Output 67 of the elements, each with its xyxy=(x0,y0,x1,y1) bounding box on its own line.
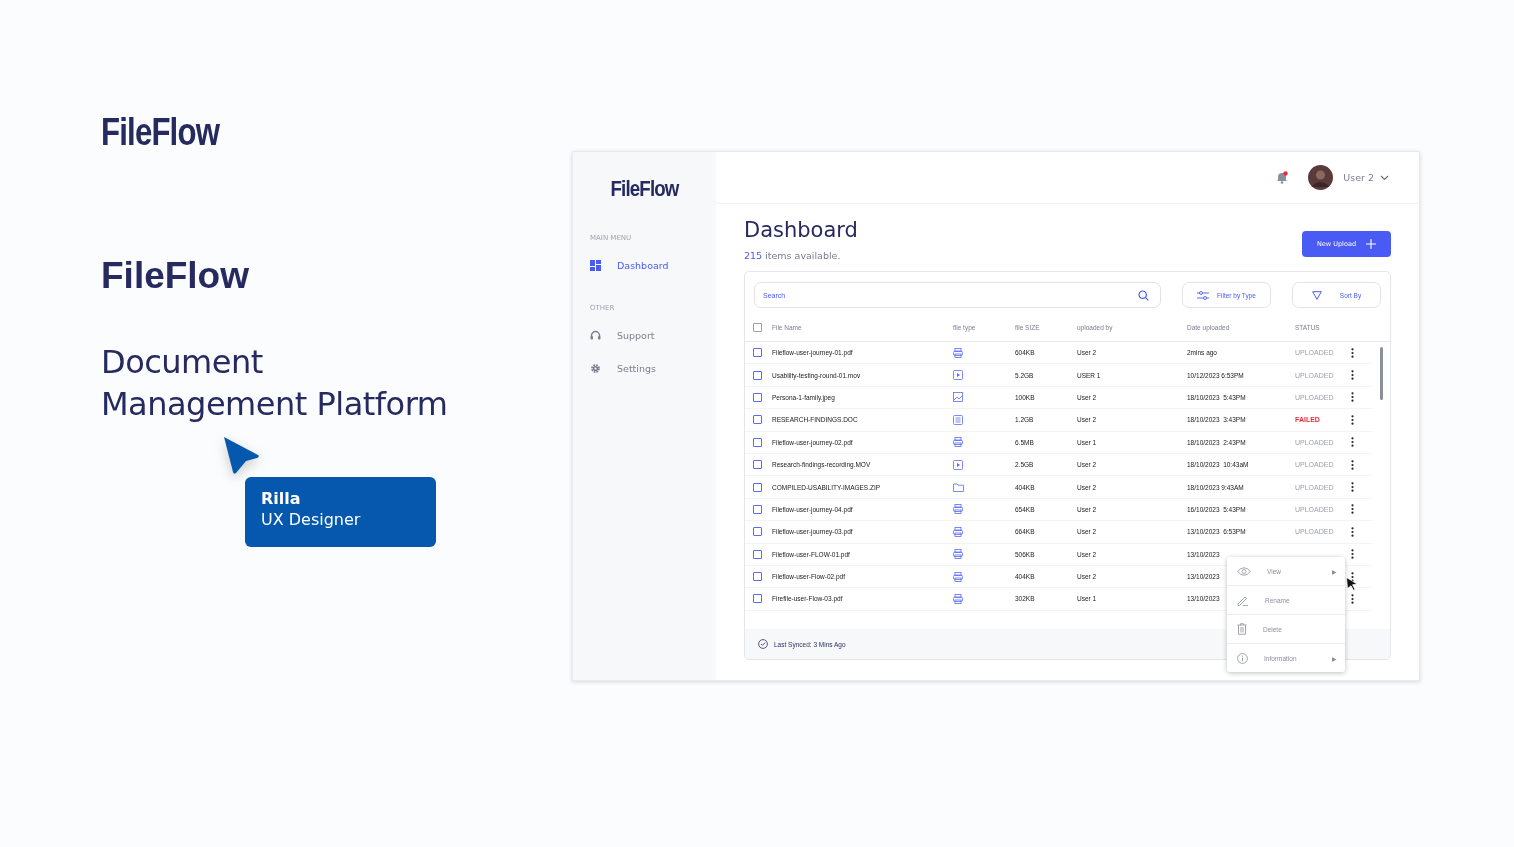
row-checkbox[interactable] xyxy=(753,392,762,402)
pdf-file-icon xyxy=(953,594,963,604)
sidebar-item[interactable]: Settings xyxy=(590,359,716,377)
pdf-file-icon xyxy=(953,526,963,537)
more-options-icon[interactable] xyxy=(1351,504,1354,515)
row-checkbox[interactable] xyxy=(753,549,762,559)
product-name: FileFlow xyxy=(101,254,250,298)
settings-icon xyxy=(590,362,601,374)
dashboard-icon xyxy=(590,259,601,271)
chevron-down-icon xyxy=(1380,174,1389,181)
designer-name: Rilla xyxy=(261,489,302,508)
logo: FileFlow xyxy=(609,176,681,202)
item-count-label: items available. xyxy=(765,250,841,261)
plus-icon xyxy=(1366,239,1376,249)
pointer-icon xyxy=(222,435,262,477)
pencil-icon xyxy=(1237,594,1249,606)
row-checkbox[interactable] xyxy=(753,527,762,537)
image-file-icon xyxy=(953,392,963,403)
more-options-icon[interactable] xyxy=(1351,526,1354,537)
more-options-icon[interactable] xyxy=(1351,437,1354,448)
designer-role: UX Designer xyxy=(261,510,362,529)
funnel-icon xyxy=(1311,290,1322,300)
folder-icon xyxy=(953,482,964,492)
pdf-file-icon xyxy=(953,504,963,515)
pdf-file-icon xyxy=(953,571,963,582)
sidebar-item[interactable]: Dashboard xyxy=(590,256,716,274)
pdf-file-icon xyxy=(953,347,963,358)
row-checkbox[interactable] xyxy=(753,482,762,492)
more-options-icon[interactable] xyxy=(1351,549,1354,560)
more-options-icon[interactable] xyxy=(1351,392,1354,403)
pdf-file-icon xyxy=(953,549,963,560)
row-checkbox[interactable] xyxy=(753,504,762,514)
video-file-icon xyxy=(953,370,963,381)
more-options-icon[interactable] xyxy=(1351,594,1354,604)
video-file-icon xyxy=(953,459,963,470)
more-options-icon[interactable] xyxy=(1351,459,1354,470)
row-checkbox[interactable] xyxy=(753,594,762,604)
row-checkbox[interactable] xyxy=(753,437,762,447)
document-file-icon xyxy=(953,414,963,425)
page-title: Dashboard xyxy=(744,217,858,244)
info-icon xyxy=(1237,652,1248,664)
more-options-icon[interactable] xyxy=(1351,347,1354,358)
row-checkbox[interactable] xyxy=(753,415,762,425)
sliders-icon xyxy=(1197,290,1210,300)
more-options-icon[interactable] xyxy=(1351,414,1354,425)
user-menu[interactable]: User 2 xyxy=(1343,172,1389,183)
scrollbar[interactable] xyxy=(1380,347,1383,400)
tagline: Document xyxy=(101,342,264,383)
notification-icon[interactable] xyxy=(1276,171,1289,184)
row-checkbox[interactable] xyxy=(753,370,762,380)
select-all-checkbox[interactable] xyxy=(753,323,762,332)
item-count: 215 xyxy=(744,250,763,261)
pdf-file-icon xyxy=(953,437,963,448)
search-icon xyxy=(1138,289,1149,301)
more-options-icon[interactable] xyxy=(1351,370,1354,381)
avatar-icon[interactable] xyxy=(1308,165,1334,190)
more-options-icon[interactable] xyxy=(1351,482,1354,493)
row-checkbox[interactable] xyxy=(753,572,762,582)
logo: FileFlow xyxy=(101,110,221,155)
row-checkbox[interactable] xyxy=(753,348,762,358)
check-circle-icon xyxy=(758,639,768,649)
row-checkbox[interactable] xyxy=(753,460,762,470)
sidebar-item[interactable]: Support xyxy=(590,326,716,344)
trash-icon xyxy=(1237,623,1247,635)
tagline: Management Platform xyxy=(101,384,449,425)
headset-icon xyxy=(590,329,601,341)
eye-icon xyxy=(1237,566,1251,576)
